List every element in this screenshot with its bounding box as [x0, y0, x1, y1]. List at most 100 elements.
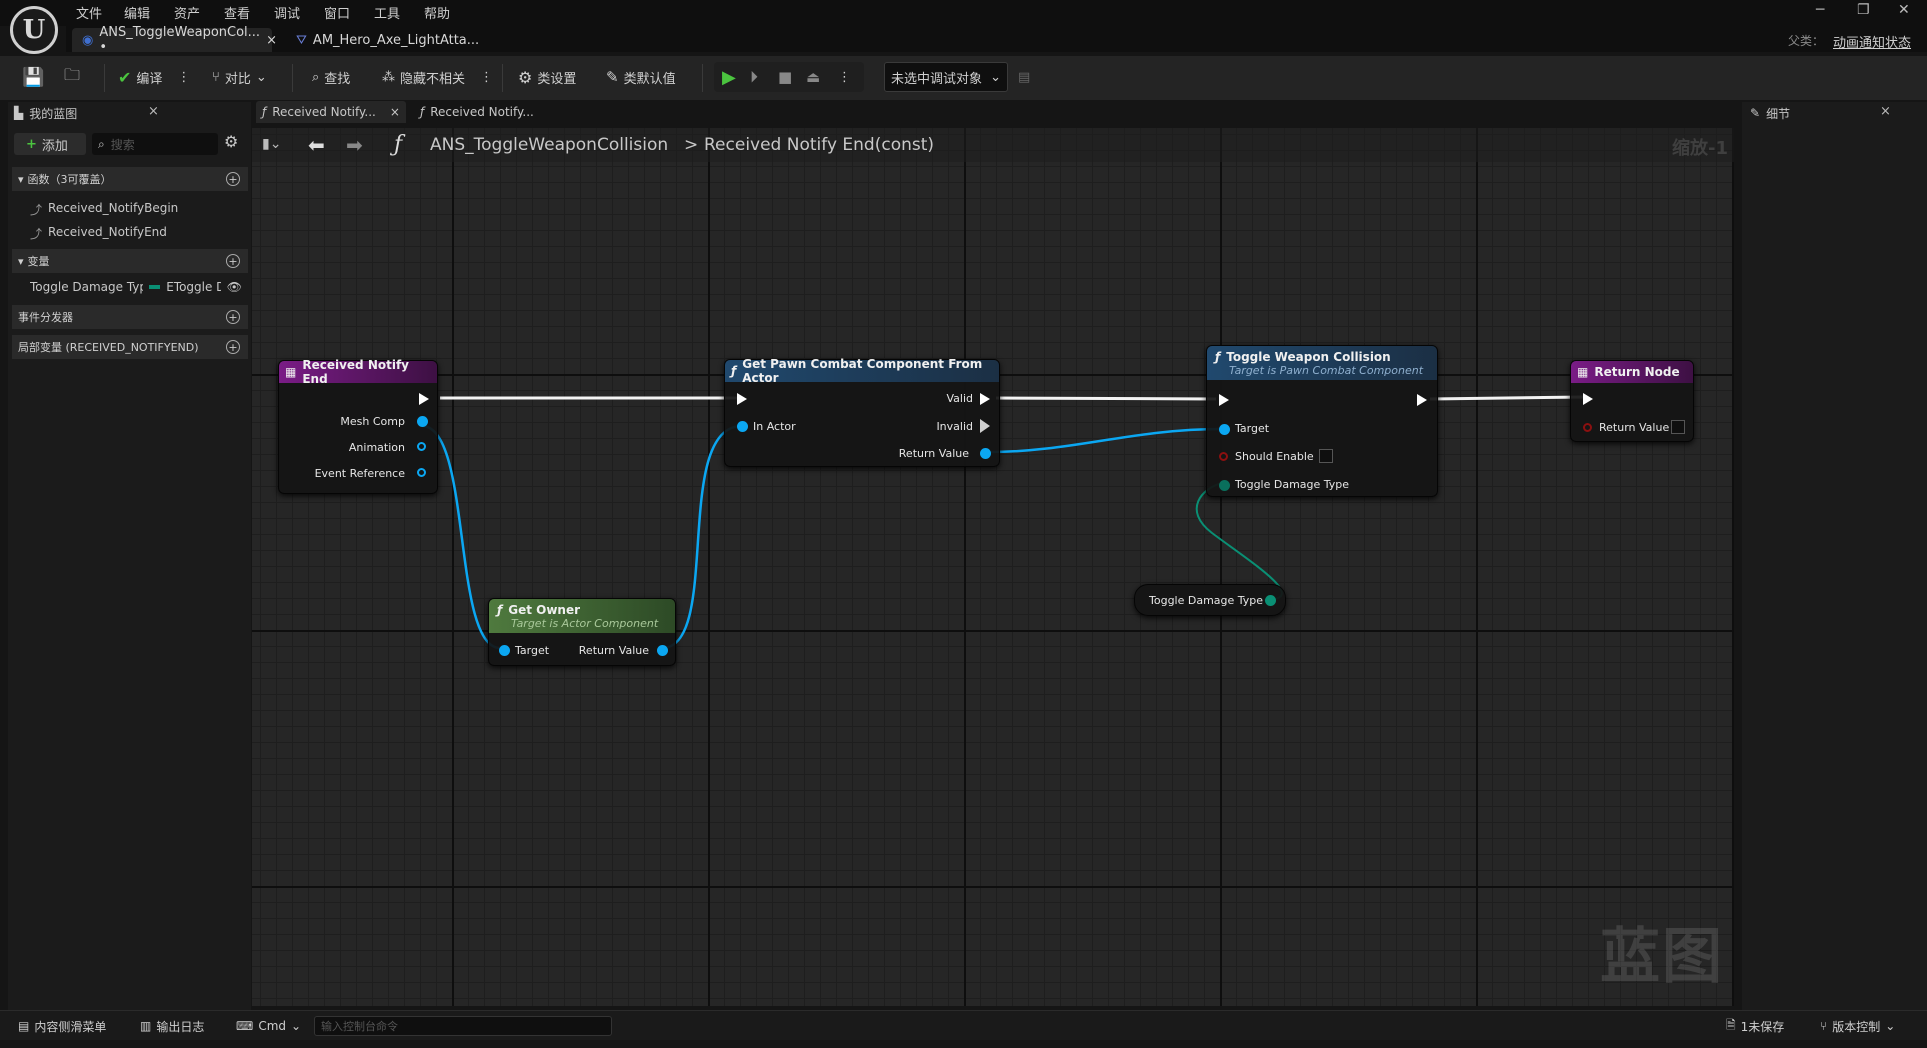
- node-subtitle: Target is Pawn Combat Component: [1229, 363, 1424, 377]
- variables-section-header[interactable]: ▾ 变量: [12, 249, 248, 273]
- node-toggle-weapon-collision[interactable]: ƒ Toggle Weapon Collision Target is Pawn…: [1206, 345, 1438, 497]
- add-variable-icon[interactable]: +: [226, 254, 240, 268]
- step-icon[interactable]: ⏵: [750, 66, 758, 88]
- minimize-icon[interactable]: ─: [1816, 2, 1824, 18]
- in-actor-pin[interactable]: [737, 421, 748, 432]
- more-options-icon[interactable]: ⋮: [177, 70, 190, 85]
- toggle-damage-type-pin[interactable]: [1219, 480, 1230, 491]
- class-defaults-button[interactable]: ✎ 类默认值: [606, 66, 676, 88]
- source-control-button[interactable]: ⑂ 版本控制 ⌄: [1820, 1016, 1895, 1036]
- close-tab-icon[interactable]: ×: [266, 33, 277, 48]
- debug-filter-icon[interactable]: ▤: [1018, 66, 1030, 88]
- menu-asset[interactable]: 资产: [174, 3, 200, 22]
- console-input[interactable]: 输入控制台命令: [314, 1016, 612, 1036]
- unsaved-button[interactable]: 🗎 1未保存: [1726, 1016, 1784, 1036]
- node-return[interactable]: ▦ Return Node Return Value: [1570, 360, 1694, 442]
- add-dispatcher-icon[interactable]: +: [226, 310, 240, 324]
- class-settings-button[interactable]: ⚙ 类设置: [518, 66, 576, 88]
- menu-window[interactable]: 窗口: [324, 3, 350, 22]
- return-value-pin[interactable]: [657, 645, 668, 656]
- diff-button[interactable]: ⑂ 对比 ⌄: [212, 66, 267, 88]
- back-arrow-icon[interactable]: ⬅: [308, 133, 325, 157]
- close-panel-icon[interactable]: ×: [1880, 104, 1891, 119]
- event-dispatchers-section-header[interactable]: 事件分发器: [12, 305, 248, 329]
- eject-icon[interactable]: ⏏: [806, 66, 820, 88]
- close-panel-icon[interactable]: ×: [148, 104, 159, 119]
- close-tab-icon[interactable]: ×: [390, 105, 400, 119]
- more-options-icon[interactable]: ⋮: [480, 70, 493, 85]
- pin-label: Invalid: [936, 420, 973, 433]
- variable-type: EToggle D: [166, 280, 221, 294]
- settings-gear-icon[interactable]: ⚙: [224, 132, 238, 151]
- should-enable-pin[interactable]: [1219, 452, 1228, 461]
- exec-in-pin[interactable]: [1219, 394, 1229, 406]
- menu-help[interactable]: 帮助: [424, 3, 450, 22]
- content-drawer-button[interactable]: ▤ 内容侧滑菜单: [18, 1016, 106, 1036]
- search-input[interactable]: ⌕ 搜索: [92, 133, 218, 155]
- output-log-button[interactable]: ▥ 输出日志: [140, 1016, 204, 1036]
- pin-label: In Actor: [753, 420, 796, 433]
- node-get-toggle-damage-type[interactable]: Toggle Damage Type: [1134, 584, 1286, 616]
- parent-class-link[interactable]: 动画通知状态: [1833, 32, 1911, 51]
- save-icon[interactable]: 💾: [22, 66, 44, 88]
- node-received-notify-end[interactable]: ▦ Received Notify End Mesh Comp Animatio…: [278, 358, 438, 494]
- should-enable-checkbox[interactable]: [1319, 449, 1333, 463]
- menu-edit[interactable]: 编辑: [124, 3, 150, 22]
- hide-unrelated-button[interactable]: ⁂ 隐藏不相关 ⋮: [382, 66, 493, 88]
- animation-pin[interactable]: [417, 442, 426, 451]
- functions-section-header[interactable]: ▾ 函数（3可覆盖）: [12, 167, 248, 191]
- exec-out-pin[interactable]: [1417, 394, 1427, 406]
- eye-icon[interactable]: 👁: [227, 280, 242, 294]
- function-icon: ƒ: [420, 105, 425, 119]
- bookmark-icon[interactable]: ▮⌄: [262, 136, 281, 152]
- invalid-exec-pin[interactable]: [980, 419, 990, 433]
- breadcrumb-blueprint[interactable]: ANS_ToggleWeaponCollision: [430, 135, 668, 155]
- add-button[interactable]: + 添加: [14, 133, 86, 155]
- graph-tab-notify-begin[interactable]: ƒ Received Notify...: [420, 101, 570, 123]
- variable-output-pin[interactable]: [1265, 595, 1276, 606]
- find-button[interactable]: ⌕ 查找: [312, 66, 350, 88]
- graph-tab-label: Received Notify...: [272, 105, 376, 119]
- menu-view[interactable]: 查看: [224, 3, 250, 22]
- menu-debug[interactable]: 调试: [274, 3, 300, 22]
- menu-file[interactable]: 文件: [76, 3, 102, 22]
- local-variables-section-header[interactable]: 局部变量 (RECEIVED_NOTIFYEND): [12, 335, 248, 359]
- cmd-select[interactable]: ⌨ Cmd ⌄: [236, 1016, 301, 1036]
- node-get-pawn-combat-component[interactable]: ƒ Get Pawn Combat Component From Actor I…: [724, 357, 1000, 467]
- compile-button[interactable]: ✔ 编译 ⋮: [118, 66, 190, 88]
- breadcrumb-function[interactable]: Received Notify End(const): [704, 135, 934, 155]
- event-reference-pin[interactable]: [417, 468, 426, 477]
- stop-icon[interactable]: ■: [778, 66, 792, 88]
- function-item-notify-end[interactable]: ⤴ Received_NotifyEnd: [30, 225, 167, 242]
- valid-exec-pin[interactable]: [980, 393, 990, 405]
- menu-tools[interactable]: 工具: [374, 3, 400, 22]
- play-icon[interactable]: ▶: [722, 66, 736, 88]
- more-options-icon[interactable]: ⋮: [838, 66, 851, 88]
- restore-icon[interactable]: ❐: [1857, 2, 1870, 18]
- unreal-logo[interactable]: U: [10, 6, 58, 54]
- exec-in-pin[interactable]: [737, 393, 747, 405]
- node-header: ƒ Get Owner Target is Actor Component: [489, 599, 675, 633]
- forward-arrow-icon[interactable]: ➡: [346, 133, 363, 157]
- target-pin[interactable]: [499, 645, 510, 656]
- blueprint-graph-canvas[interactable]: ▦ Received Notify End Mesh Comp Animatio…: [252, 128, 1734, 1006]
- mesh-comp-pin[interactable]: [417, 416, 428, 427]
- exec-out-pin[interactable]: [419, 393, 429, 405]
- target-pin[interactable]: [1219, 424, 1230, 435]
- variable-item-toggle-damage-type[interactable]: Toggle Damage Typ EToggle D 👁: [30, 280, 242, 294]
- doc-tab-montage[interactable]: ⛛ AM_Hero_Axe_LightAtta...: [286, 28, 486, 52]
- return-value-pin[interactable]: [980, 448, 991, 459]
- debug-object-select[interactable]: 未选中调试对象 ⌄: [884, 62, 1008, 92]
- return-value-checkbox[interactable]: [1671, 420, 1685, 434]
- add-local-variable-icon[interactable]: +: [226, 340, 240, 354]
- graph-tab-notify-end[interactable]: ƒ Received Notify... ×: [256, 101, 406, 123]
- return-value-bool-pin[interactable]: [1583, 423, 1592, 432]
- node-get-owner[interactable]: ƒ Get Owner Target is Actor Component Ta…: [488, 598, 676, 666]
- exec-in-pin[interactable]: [1583, 393, 1593, 405]
- doc-tab-blueprint[interactable]: ◉ ANS_ToggleWeaponCol... • ×: [72, 25, 277, 55]
- my-blueprint-tab[interactable]: ▙ 我的蓝图: [14, 102, 164, 124]
- function-item-notify-begin[interactable]: ⤴ Received_NotifyBegin: [30, 201, 178, 218]
- browse-icon[interactable]: 🗀: [64, 65, 80, 88]
- add-function-icon[interactable]: +: [226, 172, 240, 186]
- close-window-icon[interactable]: ✕: [1898, 2, 1910, 18]
